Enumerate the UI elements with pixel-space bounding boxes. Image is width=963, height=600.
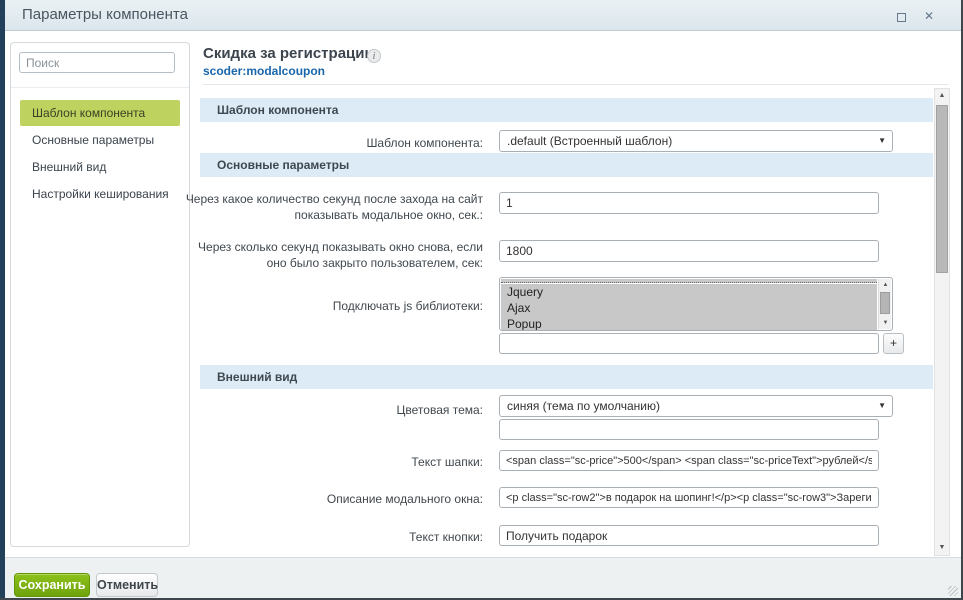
add-library-button[interactable]: + xyxy=(883,333,904,354)
template-label: Шаблон компонента: xyxy=(178,135,483,151)
component-parameters-dialog: Параметры компонента ✕ Шаблон компонента… xyxy=(0,0,963,600)
page-title: Скидка за регистрацию xyxy=(203,45,377,62)
component-name-link[interactable]: scoder:modalcoupon xyxy=(203,64,325,78)
scroll-up-icon[interactable]: ▲ xyxy=(935,89,949,103)
section-header-template: Шаблон компонента xyxy=(200,98,933,122)
info-icon[interactable]: i xyxy=(367,49,381,63)
description-label: Описание модального окна: xyxy=(178,491,483,507)
multiselect-scrollbar[interactable]: ▲ ▼ xyxy=(878,279,891,329)
maximize-icon[interactable] xyxy=(897,13,906,22)
section-header-main: Основные параметры xyxy=(200,153,933,177)
titlebar: Параметры компонента xyxy=(5,0,961,31)
main-scrollbar[interactable]: ▲ ▼ xyxy=(934,88,950,556)
repeat-label: Через сколько секунд показывать окно сно… xyxy=(178,239,483,271)
resize-grip-icon[interactable] xyxy=(948,586,958,596)
sidebar-item-main-params[interactable]: Основные параметры xyxy=(11,127,189,154)
multiselect-option-popup[interactable]: Popup xyxy=(501,316,877,331)
js-libraries-multiselect[interactable]: Jquery Ajax Popup ▲ ▼ xyxy=(499,277,893,331)
sidebar-item-appearance[interactable]: Внешний вид xyxy=(11,154,189,181)
sidebar-menu: Шаблон компонента Основные параметры Вне… xyxy=(11,100,189,208)
dropdown-arrow-icon: ▼ xyxy=(878,131,886,151)
template-select[interactable]: .default (Встроенный шаблон) ▼ xyxy=(499,130,893,152)
scroll-down-icon[interactable]: ▼ xyxy=(935,541,949,555)
header-text-label: Текст шапки: xyxy=(178,454,483,470)
sidebar-item-caching[interactable]: Настройки кеширования xyxy=(11,181,189,208)
theme-select[interactable]: синяя (тема по умолчанию) ▼ xyxy=(499,395,893,417)
multiselect-scrollbar-thumb[interactable] xyxy=(880,292,890,314)
dropdown-arrow-icon: ▼ xyxy=(878,396,886,416)
footer: Сохранить Отменить xyxy=(0,557,963,598)
repeat-input[interactable] xyxy=(499,240,879,262)
sidebar-divider xyxy=(11,87,189,88)
header-divider xyxy=(203,84,948,85)
delay-input[interactable] xyxy=(499,192,879,214)
sidebar: Шаблон компонента Основные параметры Вне… xyxy=(10,42,190,547)
delay-label: Через какое количество секунд после захо… xyxy=(178,191,483,223)
cancel-button[interactable]: Отменить xyxy=(96,573,158,597)
close-icon[interactable]: ✕ xyxy=(921,8,937,24)
main-scrollbar-thumb[interactable] xyxy=(936,105,948,273)
button-text-input[interactable] xyxy=(499,525,879,546)
scroll-down-icon[interactable]: ▼ xyxy=(879,317,892,329)
window-title: Параметры компонента xyxy=(22,0,188,30)
multiselect-option-ajax[interactable]: Ajax xyxy=(501,300,877,316)
template-select-value: .default (Встроенный шаблон) xyxy=(507,134,672,148)
save-button[interactable]: Сохранить xyxy=(14,573,90,597)
multiselect-partial-option xyxy=(501,279,877,283)
theme-select-value: синяя (тема по умолчанию) xyxy=(507,399,660,413)
js-libraries-label: Подключать js библиотеки: xyxy=(178,298,483,314)
add-library-input[interactable] xyxy=(499,333,879,354)
window-left-border xyxy=(0,0,5,600)
sidebar-item-template[interactable]: Шаблон компонента xyxy=(20,100,180,126)
header-text-input[interactable] xyxy=(499,450,879,471)
scroll-up-icon[interactable]: ▲ xyxy=(879,279,892,291)
section-header-appearance: Внешний вид xyxy=(200,365,933,389)
multiselect-option-jquery[interactable]: Jquery xyxy=(501,284,877,300)
search-input[interactable] xyxy=(19,52,175,73)
theme-label: Цветовая тема: xyxy=(178,402,483,418)
button-text-label: Текст кнопки: xyxy=(178,529,483,545)
description-input[interactable] xyxy=(499,487,879,508)
theme-extra-input[interactable] xyxy=(499,419,879,440)
